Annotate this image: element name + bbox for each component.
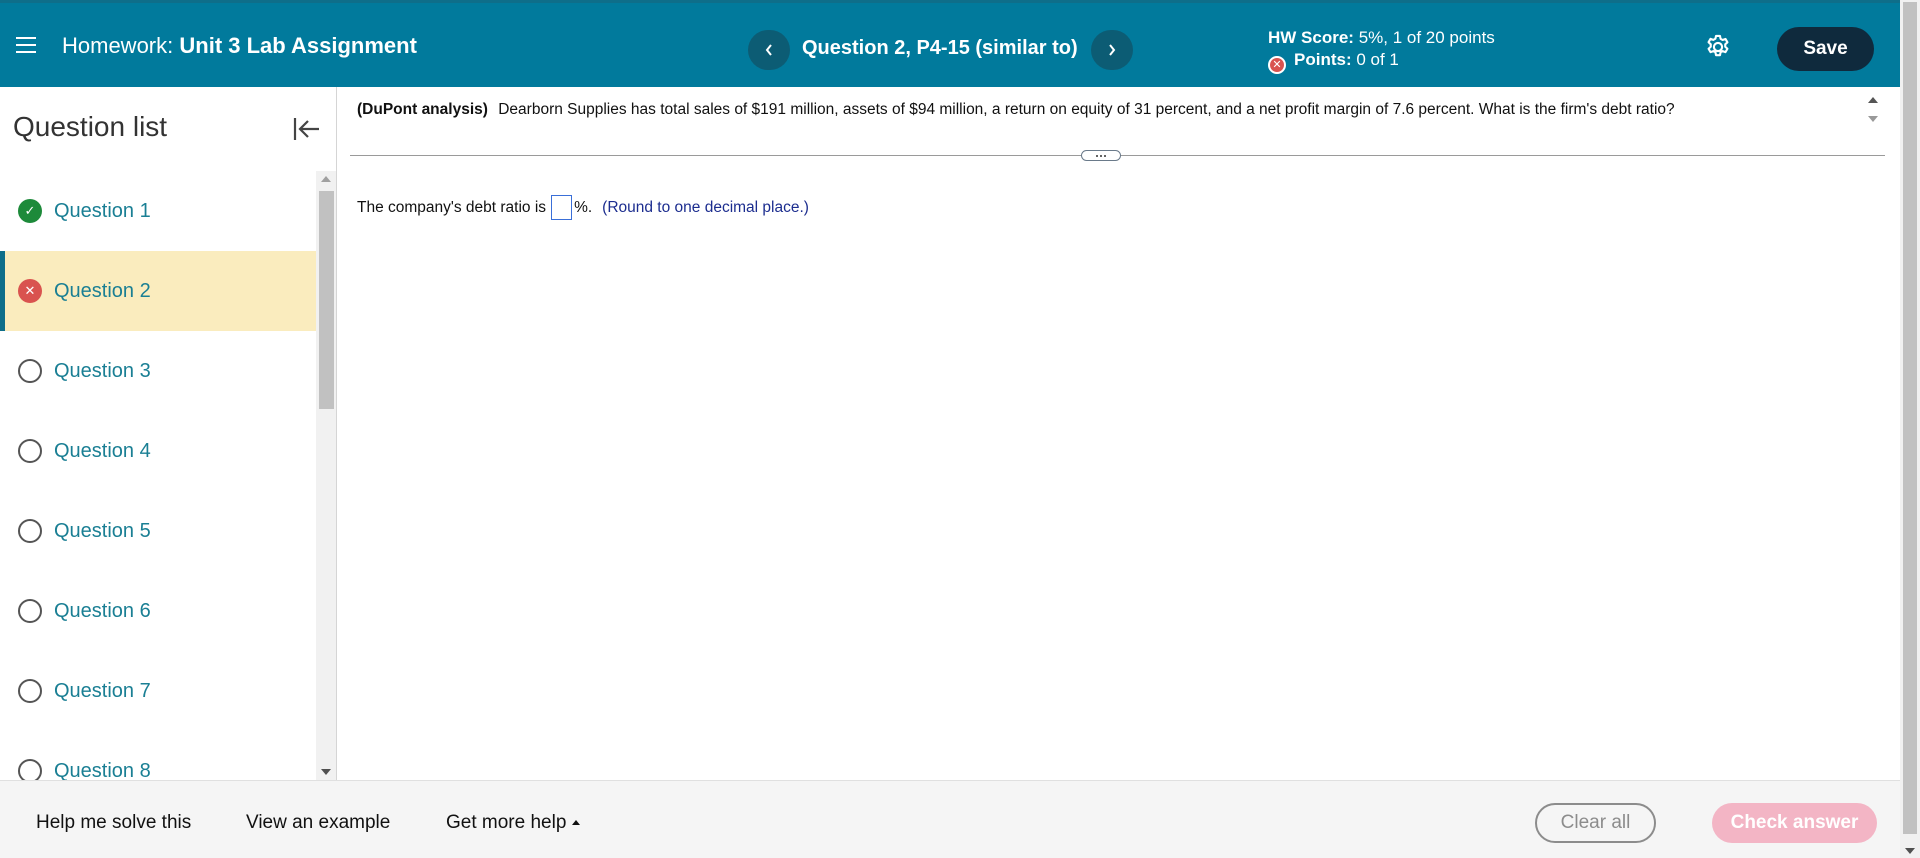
divider-drag-handle[interactable]: [1081, 150, 1121, 161]
question-item-4[interactable]: Question 4: [0, 411, 316, 491]
get-more-help-label: Get more help: [446, 812, 567, 833]
question-item-label: Question 3: [54, 359, 151, 382]
hw-score-label: HW Score:: [1268, 28, 1354, 47]
question-item-6[interactable]: Question 6: [0, 571, 316, 651]
empty-circle-icon: [18, 359, 42, 383]
homework-name: Unit 3 Lab Assignment: [179, 33, 417, 58]
previous-question-button[interactable]: [748, 30, 790, 70]
question-item-label: Question 7: [54, 679, 151, 702]
get-more-help-link[interactable]: Get more help: [446, 812, 581, 834]
incorrect-icon: ✕: [18, 279, 42, 303]
homework-prefix: Homework:: [62, 33, 174, 58]
gear-icon[interactable]: [1704, 33, 1732, 61]
save-button[interactable]: Save: [1777, 27, 1874, 71]
score-panel: HW Score: 5%, 1 of 20 points ✕ Points: 0 …: [1268, 27, 1495, 74]
question-item-5[interactable]: Question 5: [0, 491, 316, 571]
hamburger-menu-icon[interactable]: [16, 37, 36, 53]
points-label: Points:: [1294, 50, 1352, 69]
scroll-down-arrow-icon[interactable]: [1905, 848, 1915, 854]
top-bar: Homework: Unit 3 Lab Assignment Question…: [0, 0, 1900, 87]
answer-prefix: The company's debt ratio is: [357, 198, 547, 216]
empty-circle-icon: [18, 439, 42, 463]
page-scrollbar[interactable]: [1900, 0, 1920, 858]
question-item-2[interactable]: ✕ Question 2: [0, 251, 316, 331]
question-body: Dearborn Supplies has total sales of $19…: [498, 101, 1675, 118]
clear-all-button[interactable]: Clear all: [1535, 803, 1656, 843]
empty-circle-icon: [18, 679, 42, 703]
question-list: ✓ Question 1 ✕ Question 2 Question 3 Que…: [0, 171, 316, 780]
sidebar-scroll-thumb[interactable]: [319, 191, 334, 409]
scroll-down-arrow-icon[interactable]: [1868, 116, 1878, 122]
scroll-down-arrow-icon[interactable]: [321, 769, 331, 775]
answer-row: The company's debt ratio is %. (Round to…: [357, 195, 809, 220]
question-pane: (DuPont analysis) Dearborn Supplies has …: [338, 87, 1900, 780]
incorrect-icon: ✕: [1268, 56, 1286, 74]
question-item-1[interactable]: ✓ Question 1: [0, 171, 316, 251]
check-answer-button[interactable]: Check answer: [1712, 803, 1877, 843]
question-item-label: Question 8: [54, 759, 151, 781]
help-me-solve-this-link[interactable]: Help me solve this: [36, 812, 191, 834]
question-item-label: Question 5: [54, 519, 151, 542]
question-scroll-control[interactable]: [1863, 94, 1883, 130]
chevron-left-icon: [765, 44, 772, 56]
empty-circle-icon: [18, 519, 42, 543]
hw-score: HW Score: 5%, 1 of 20 points: [1268, 27, 1495, 49]
chevron-right-icon: [1109, 44, 1116, 56]
question-item-8[interactable]: Question 8: [0, 731, 316, 780]
scroll-up-arrow-icon[interactable]: [1868, 97, 1878, 103]
collapse-sidebar-icon[interactable]: [290, 113, 322, 145]
question-title: Question 2, P4-15 (similar to): [802, 37, 1078, 59]
debt-ratio-input[interactable]: [551, 195, 573, 220]
question-item-label: Question 4: [54, 439, 151, 462]
question-text: (DuPont analysis) Dearborn Supplies has …: [357, 101, 1837, 119]
scroll-up-arrow-icon[interactable]: [321, 176, 331, 182]
question-item-label: Question 2: [54, 279, 151, 302]
view-an-example-link[interactable]: View an example: [246, 812, 390, 834]
empty-circle-icon: [18, 759, 42, 780]
sidebar-scrollbar[interactable]: [316, 171, 336, 780]
question-list-title: Question list: [13, 111, 168, 142]
answer-hint: (Round to one decimal place.): [602, 198, 809, 216]
question-item-label: Question 6: [54, 599, 151, 622]
bottom-bar: Help me solve this View an example Get m…: [0, 780, 1900, 858]
check-icon: ✓: [18, 199, 42, 223]
question-topic: (DuPont analysis): [357, 101, 488, 118]
question-list-sidebar: Question list ✓ Question 1 ✕ Question 2 …: [0, 87, 337, 780]
question-item-label: Question 1: [54, 199, 151, 222]
caret-up-icon: [572, 820, 581, 825]
next-question-button[interactable]: [1091, 30, 1133, 70]
points: ✕ Points: 0 of 1: [1268, 49, 1495, 74]
homework-title: Homework: Unit 3 Lab Assignment: [62, 33, 417, 59]
page-scroll-thumb[interactable]: [1903, 2, 1917, 834]
answer-suffix: %.: [574, 198, 593, 216]
question-item-7[interactable]: Question 7: [0, 651, 316, 731]
points-value: 0 of 1: [1356, 50, 1399, 69]
question-item-3[interactable]: Question 3: [0, 331, 316, 411]
empty-circle-icon: [18, 599, 42, 623]
hw-score-value: 5%, 1 of 20 points: [1358, 28, 1495, 47]
